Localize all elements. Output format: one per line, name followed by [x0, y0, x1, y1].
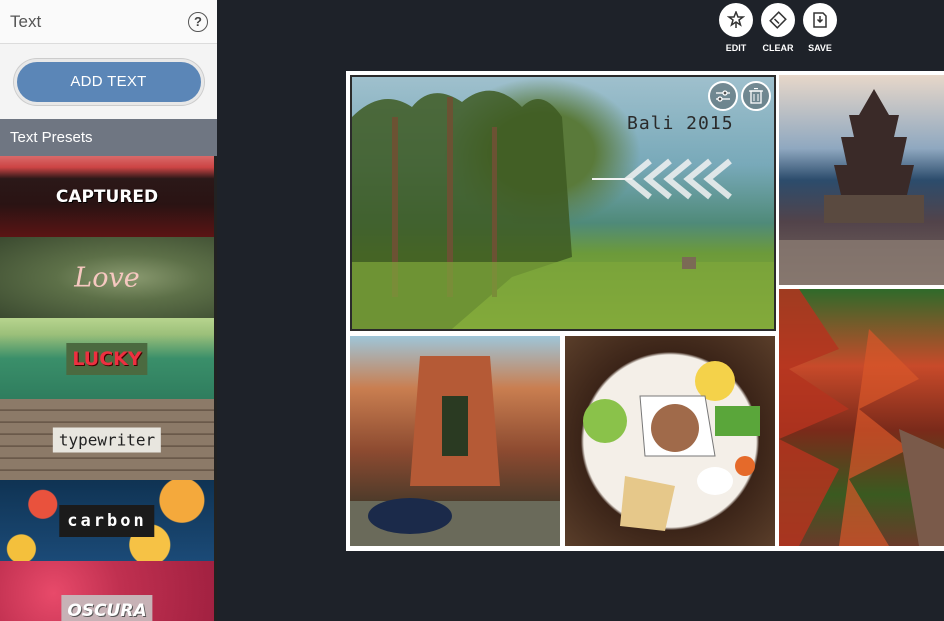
- app-root: Text ? ADD TEXT Text Presets CAPTURED Lo…: [0, 0, 944, 621]
- delete-photo-button[interactable]: [741, 81, 771, 111]
- sliders-icon: [716, 90, 730, 102]
- preset-label: carbon: [59, 504, 155, 537]
- preset-typewriter[interactable]: typewriter: [0, 399, 217, 480]
- panel-title: Text: [10, 11, 42, 31]
- preset-label: OSCURA: [61, 595, 153, 621]
- food-image: [583, 361, 760, 531]
- preset-label: Love: [74, 262, 140, 293]
- adjust-photo-button[interactable]: [708, 81, 738, 111]
- add-text-button[interactable]: ADD TEXT: [13, 58, 204, 105]
- preset-label: LUCKY: [66, 342, 148, 375]
- arrows-graphic: [592, 158, 732, 200]
- preset-oscura[interactable]: OSCURA: [0, 561, 217, 621]
- preset-label: CAPTURED: [55, 186, 159, 207]
- preset-label: typewriter: [52, 427, 162, 452]
- text-panel: Text ? ADD TEXT Text Presets CAPTURED Lo…: [0, 0, 217, 621]
- preset-lucky[interactable]: LUCKY: [0, 318, 217, 399]
- save-label: SAVE: [808, 43, 832, 53]
- preset-love[interactable]: Love: [0, 237, 217, 318]
- eraser-icon: [761, 3, 795, 37]
- photo-collage: Bali 2015: [346, 71, 944, 551]
- save-button[interactable]: SAVE: [800, 3, 840, 53]
- preset-carbon[interactable]: carbon: [0, 480, 217, 561]
- photo-temple-lake[interactable]: [779, 75, 944, 285]
- clear-label: CLEAR: [762, 43, 794, 53]
- panel-header: Text ?: [0, 0, 217, 44]
- plants-image: [779, 289, 944, 546]
- photo-rice-field[interactable]: Bali 2015: [350, 75, 776, 331]
- photo-garden-plants[interactable]: [779, 289, 944, 546]
- clear-button[interactable]: CLEAR: [758, 3, 798, 53]
- gate-image: [350, 356, 560, 546]
- photo-caption[interactable]: Bali 2015: [627, 113, 734, 134]
- photo-temple-gate[interactable]: [350, 336, 560, 546]
- help-icon[interactable]: ?: [188, 11, 208, 32]
- save-icon: [803, 3, 837, 37]
- photo-food-plate[interactable]: [565, 336, 775, 546]
- edit-button[interactable]: EDIT: [716, 3, 756, 53]
- temple-image: [779, 89, 944, 285]
- preset-captured[interactable]: CAPTURED: [0, 156, 217, 237]
- edit-label: EDIT: [725, 43, 747, 53]
- presets-header: Text Presets: [0, 119, 217, 156]
- magic-wand-icon: [719, 3, 753, 37]
- add-text-area: ADD TEXT: [0, 44, 217, 119]
- trash-icon: [749, 88, 763, 104]
